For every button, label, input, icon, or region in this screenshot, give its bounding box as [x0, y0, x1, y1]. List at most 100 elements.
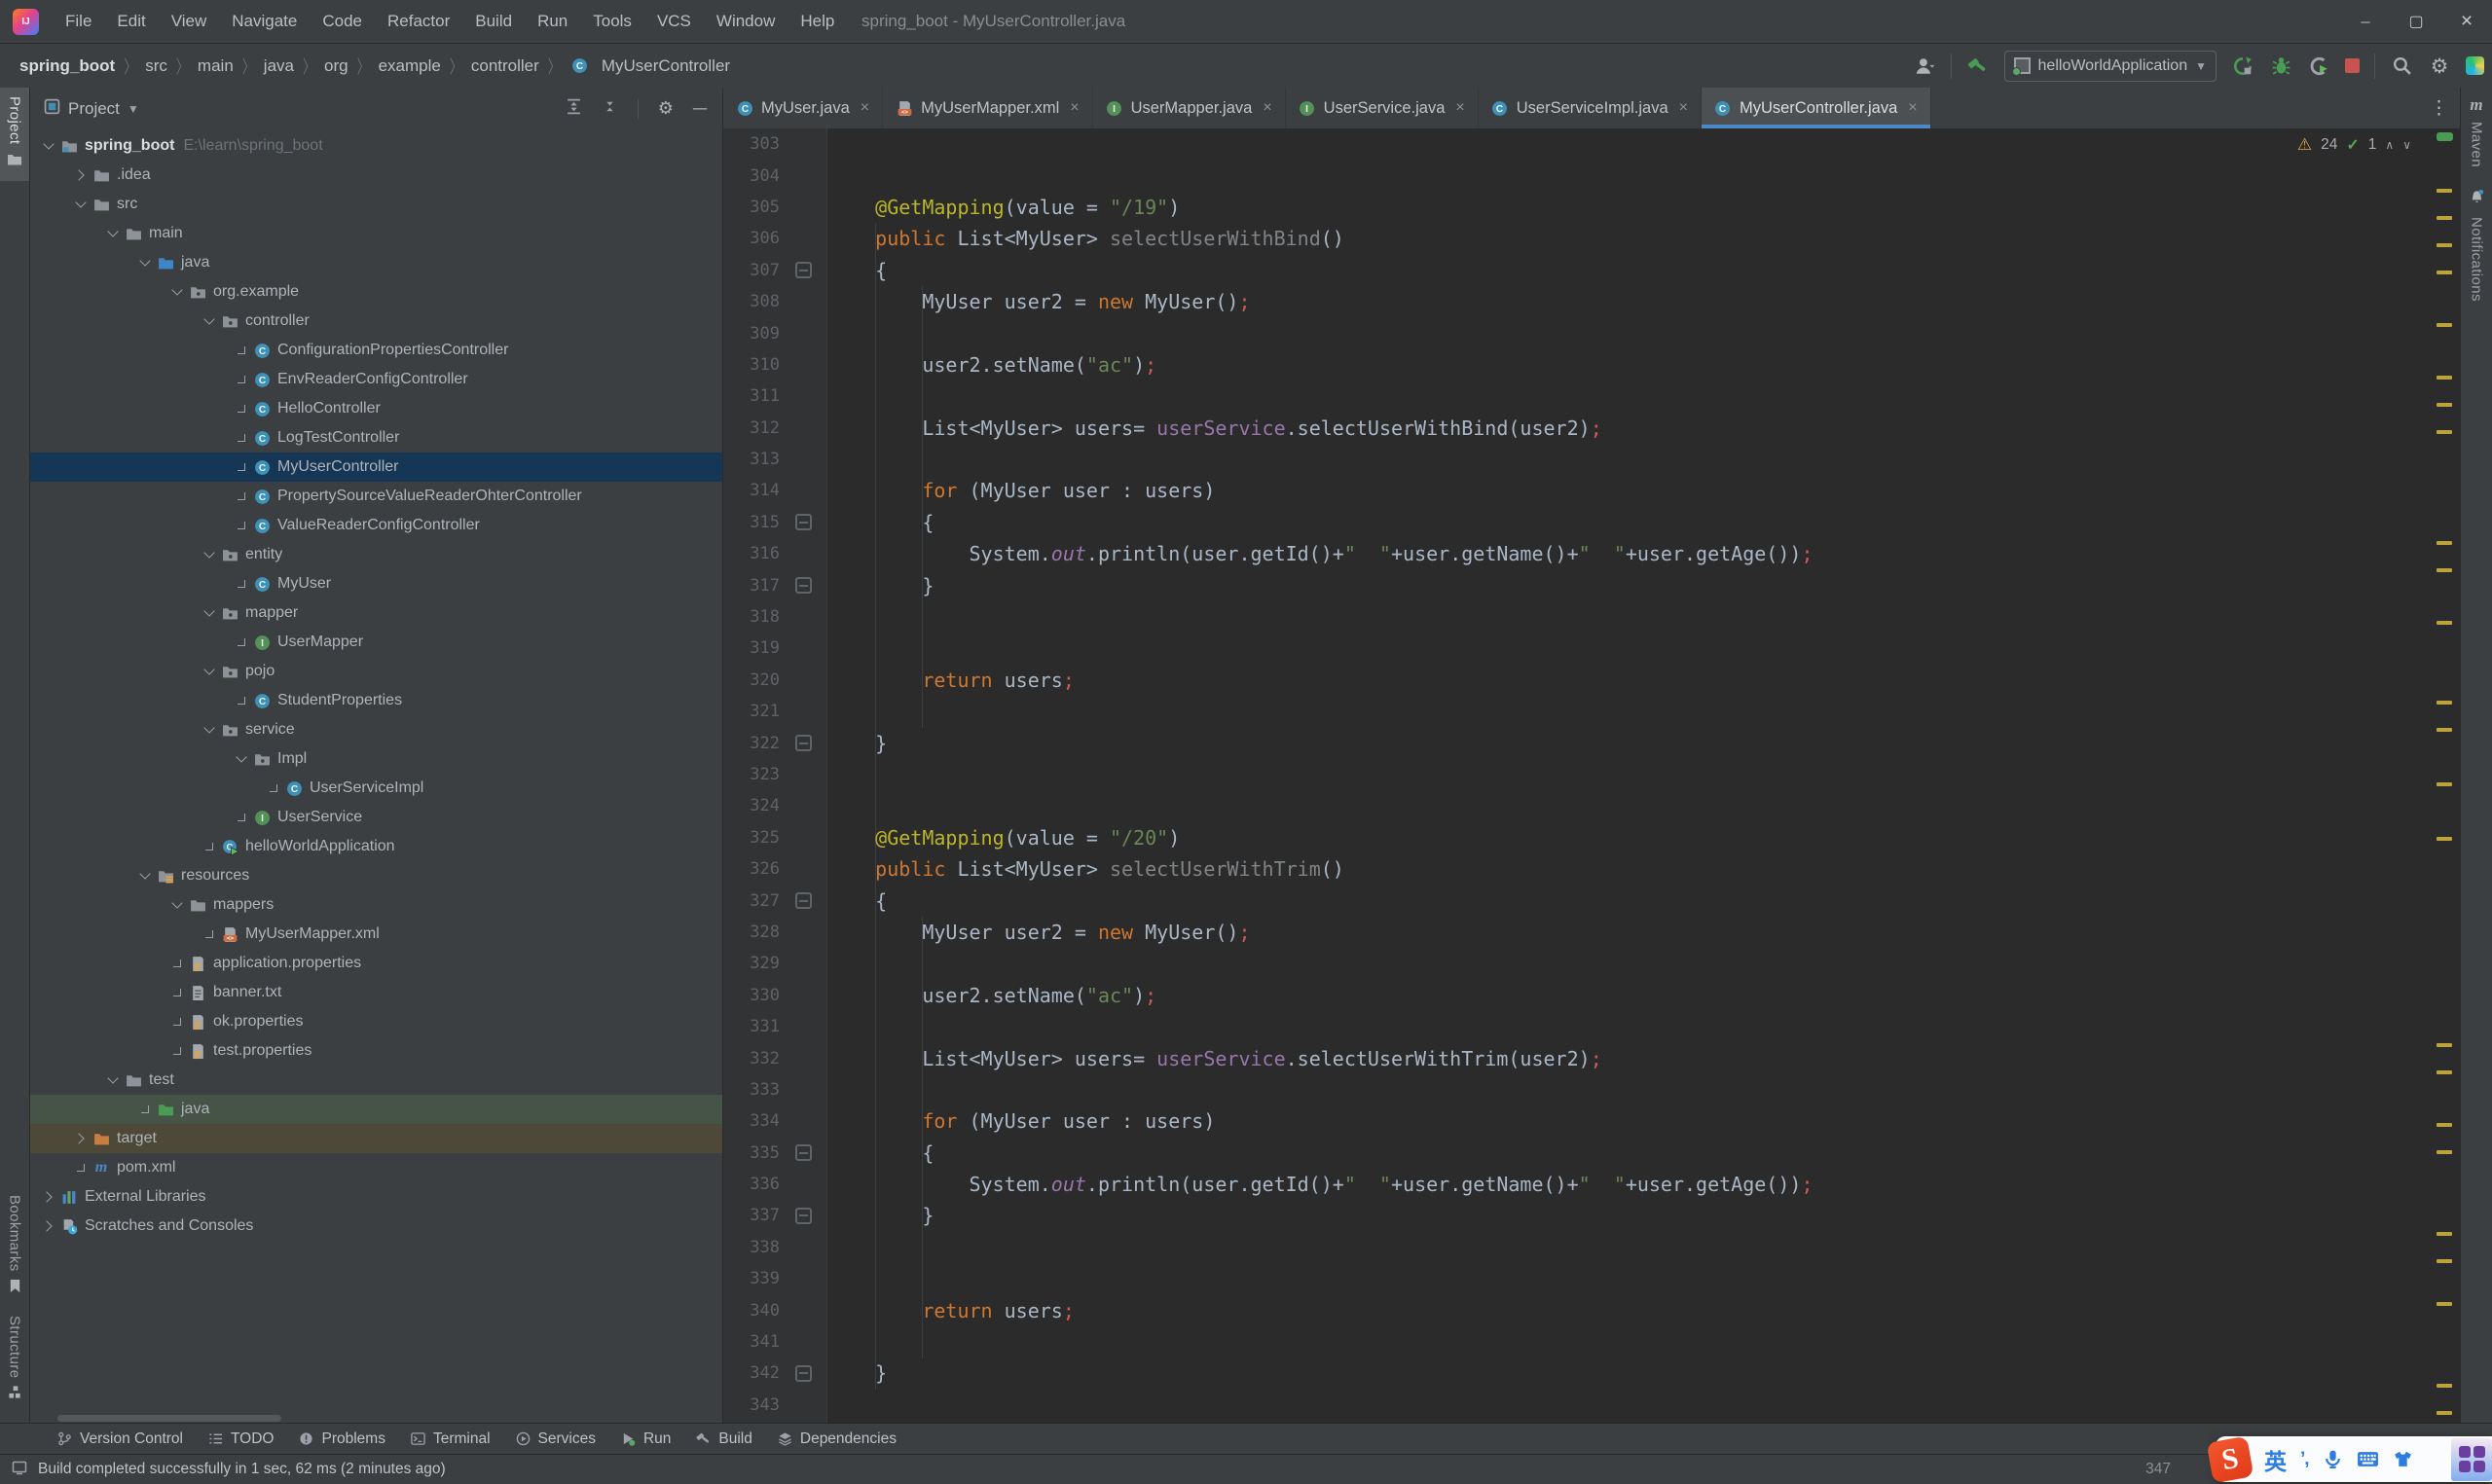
toolwindow-button-build[interactable]: Build	[683, 1424, 764, 1454]
chevron-right-icon[interactable]	[40, 1217, 58, 1236]
line-number[interactable]: 304	[723, 166, 780, 186]
line-number[interactable]: 328	[723, 923, 780, 942]
code-line[interactable]: 317 }	[723, 569, 2429, 600]
toolwindow-button-dependencies[interactable]: Dependencies	[765, 1424, 909, 1454]
sidebar-item-project[interactable]: Project	[0, 88, 29, 181]
tab-userserviceimpl-java[interactable]: C UserServiceImpl.java ×	[1479, 88, 1702, 128]
tree-item-src[interactable]: src	[30, 190, 722, 219]
menu-refactor[interactable]: Refactor	[375, 0, 462, 43]
sidebar-item-bookmarks[interactable]: Bookmarks	[7, 1186, 23, 1307]
line-number[interactable]: 333	[723, 1080, 780, 1100]
breadcrumb-item[interactable]: C MyUserController	[569, 56, 730, 76]
gutter-fold-column[interactable]	[780, 1144, 826, 1162]
chevron-right-icon[interactable]	[72, 1130, 91, 1148]
tree-item-external-libraries[interactable]: External Libraries	[30, 1182, 722, 1212]
tree-item-valuereaderconfigcontroller[interactable]: C ValueReaderConfigController	[30, 511, 722, 540]
code-line[interactable]: 329	[723, 948, 2429, 979]
gutter-fold-column[interactable]	[780, 577, 826, 595]
code-line[interactable]: 312 List<MyUser> users= userService.sele…	[723, 413, 2429, 444]
close-icon[interactable]: ×	[1263, 99, 1271, 117]
fold-end-icon[interactable]	[794, 1207, 812, 1224]
project-panel-title[interactable]: Project	[68, 99, 120, 119]
sogou-logo-icon[interactable]: S	[2206, 1435, 2254, 1483]
profiler-icon[interactable]	[2307, 54, 2330, 78]
line-number[interactable]: 334	[723, 1111, 780, 1131]
line-number[interactable]: 324	[723, 796, 780, 815]
code-line[interactable]: 307 {	[723, 255, 2429, 286]
code-line[interactable]: 321	[723, 696, 2429, 727]
breadcrumb-item[interactable]: example	[379, 56, 441, 76]
line-number[interactable]: 326	[723, 859, 780, 879]
tab-myusermapper-xml[interactable]: <> MyUserMapper.xml ×	[883, 88, 1093, 128]
tree-item-banner-txt[interactable]: banner.txt	[30, 978, 722, 1007]
tab-myuser-java[interactable]: C MyUser.java ×	[723, 88, 884, 128]
code-line[interactable]: 319	[723, 633, 2429, 664]
tree-item-usermapper[interactable]: I UserMapper	[30, 628, 722, 657]
fold-end-icon[interactable]	[794, 1364, 812, 1382]
chevron-down-icon[interactable]	[201, 604, 219, 623]
code-line[interactable]: 318	[723, 601, 2429, 633]
tree-item-studentproperties[interactable]: C StudentProperties	[30, 686, 722, 715]
line-number[interactable]: 323	[723, 765, 780, 784]
menu-window[interactable]: Window	[704, 0, 788, 43]
inspection-indicator[interactable]	[2437, 132, 2453, 141]
tree-item-scratches-and-consoles[interactable]: Scratches and Consoles	[30, 1212, 722, 1241]
line-number[interactable]: 340	[723, 1301, 780, 1321]
toolwindow-button-terminal[interactable]: Terminal	[398, 1424, 503, 1454]
code-line[interactable]: 334 for (MyUser user : users)	[723, 1105, 2429, 1137]
language-mode-icon[interactable]: 英	[2264, 1443, 2287, 1476]
error-stripe-scrollbar[interactable]	[2429, 128, 2460, 1423]
gutter-fold-column[interactable]	[780, 514, 826, 531]
hide-panel-icon[interactable]: ─	[693, 99, 707, 119]
fold-start-icon[interactable]	[794, 262, 812, 279]
sidebar-item-maven[interactable]: m Maven	[2469, 95, 2485, 167]
tree-item-main[interactable]: main	[30, 219, 722, 248]
code-line[interactable]: 335 {	[723, 1138, 2429, 1169]
line-number[interactable]: 335	[723, 1143, 780, 1163]
tab-userservice-java[interactable]: I UserService.java ×	[1286, 88, 1479, 128]
line-number[interactable]: 311	[723, 386, 780, 406]
gutter-fold-column[interactable]	[780, 1364, 826, 1382]
code-line[interactable]: 325 @GetMapping(value = "/20")	[723, 822, 2429, 853]
tree-item-java[interactable]: java	[30, 248, 722, 277]
code-line[interactable]: 313	[723, 444, 2429, 475]
breadcrumb-item[interactable]: controller	[471, 56, 539, 76]
code-line[interactable]: 330 user2.setName("ac");	[723, 980, 2429, 1011]
line-number[interactable]: 325	[723, 828, 780, 848]
code-line[interactable]: 338	[723, 1232, 2429, 1263]
chevron-down-icon[interactable]	[72, 196, 91, 214]
menu-build[interactable]: Build	[462, 0, 525, 43]
line-number[interactable]: 308	[723, 292, 780, 311]
run-configuration-select[interactable]: helloWorldApplication ▼	[2003, 50, 2217, 82]
skin-icon[interactable]	[2393, 1450, 2413, 1468]
rerun-icon[interactable]	[2231, 54, 2254, 78]
line-number[interactable]: 330	[723, 986, 780, 1005]
breadcrumb-item[interactable]: java	[264, 56, 294, 76]
code-editor[interactable]: 303 304 305 @GetMapping(value = "/19") 306 …	[723, 128, 2460, 1423]
code-line[interactable]: 324	[723, 790, 2429, 821]
line-number[interactable]: 329	[723, 954, 780, 973]
tab-options-icon[interactable]: ⋮	[2418, 88, 2460, 128]
tree-item-resources[interactable]: resources	[30, 861, 722, 890]
toolwindow-button-run[interactable]: Run	[608, 1424, 683, 1454]
gutter-fold-column[interactable]	[780, 1207, 826, 1224]
chevron-right-icon[interactable]	[72, 166, 91, 185]
code-line[interactable]: 305 @GetMapping(value = "/19")	[723, 192, 2429, 223]
breadcrumb-item[interactable]: spring_boot	[19, 56, 115, 76]
maximize-button[interactable]	[2391, 0, 2441, 43]
code-line[interactable]: 328 MyUser user2 = new MyUser();	[723, 917, 2429, 948]
gutter-fold-column[interactable]	[780, 735, 826, 752]
fold-start-icon[interactable]	[794, 1144, 812, 1162]
code-line[interactable]: 310 user2.setName("ac");	[723, 349, 2429, 380]
sidebar-item-notifications[interactable]: Notifications	[2469, 189, 2485, 302]
chevron-down-icon[interactable]	[168, 283, 187, 302]
tab-usermapper-java[interactable]: I UserMapper.java ×	[1093, 88, 1286, 128]
line-number[interactable]: 305	[723, 198, 780, 217]
line-number[interactable]: 309	[723, 324, 780, 344]
tree-item-org-example[interactable]: org.example	[30, 277, 722, 307]
punctuation-icon[interactable]: ’,	[2300, 1449, 2310, 1470]
microphone-icon[interactable]	[2323, 1449, 2343, 1469]
code-line[interactable]: 340 return users;	[723, 1294, 2429, 1325]
chevron-right-icon[interactable]	[40, 1188, 58, 1207]
line-number[interactable]: 337	[723, 1206, 780, 1225]
